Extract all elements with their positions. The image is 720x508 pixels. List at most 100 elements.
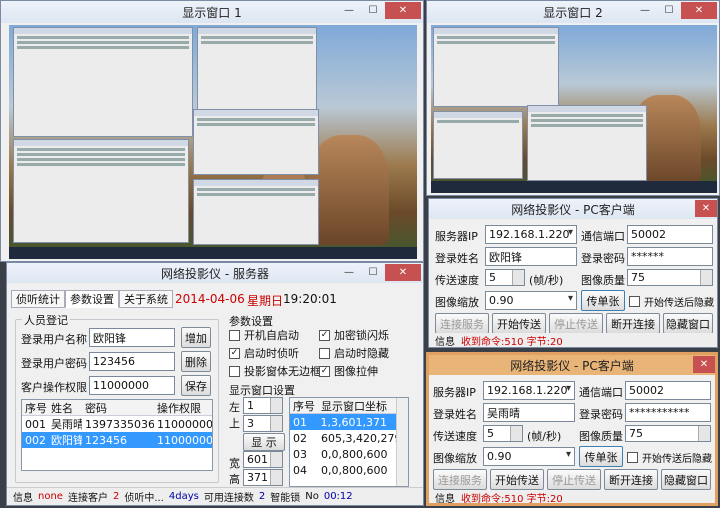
- zoom-select[interactable]: 0.90: [485, 291, 577, 310]
- disconnect-button[interactable]: 断开连接: [604, 469, 658, 490]
- display-table[interactable]: 序号 显示窗口坐标 01 1,3,601,371 02 605,3,420,27…: [289, 397, 409, 487]
- stop-send-button[interactable]: 停止传送: [547, 469, 601, 490]
- delete-button[interactable]: 删除: [181, 351, 211, 372]
- close-icon[interactable]: ✕: [385, 2, 421, 19]
- left-label: 左: [229, 401, 240, 414]
- speed-unit: (帧/秒): [527, 430, 562, 443]
- checkbox-checked-icon: ✓: [229, 347, 240, 359]
- login-name-field[interactable]: 欧阳锋: [485, 247, 577, 266]
- table-row[interactable]: 002 欧阳锋 123456 11000000: [22, 432, 212, 448]
- minimize-icon[interactable]: —: [337, 264, 361, 281]
- display-window-2-titlebar[interactable]: 显示窗口 2 — ☐ ✕: [427, 1, 719, 23]
- minimize-icon[interactable]: —: [633, 2, 657, 19]
- maximize-icon[interactable]: ☐: [361, 2, 385, 19]
- checkbox-checked-icon: ✓: [319, 329, 330, 341]
- table-row[interactable]: 04 0,0,800,600: [290, 462, 408, 478]
- status-info-label: 信息: [13, 493, 33, 504]
- width-spinner[interactable]: 601: [243, 451, 283, 468]
- display-window-1-titlebar[interactable]: 显示窗口 1 — ☐ ✕: [1, 1, 423, 23]
- user-table[interactable]: 序号 姓名 密码 操作权限 001 吴雨晴 13973350367 110000…: [21, 399, 213, 471]
- start-send-button[interactable]: 开始传送: [490, 469, 544, 490]
- hide-on-start-checkbox[interactable]: 启动时隐藏: [319, 345, 389, 361]
- lock-blink-checkbox[interactable]: ✓ 加密锁闪烁: [319, 327, 389, 343]
- scrollbar[interactable]: [396, 398, 408, 486]
- perm-label: 客户操作权限: [21, 381, 87, 394]
- show-button[interactable]: 显 示: [243, 433, 285, 451]
- screen-capture-2: [431, 25, 717, 193]
- table-row[interactable]: 03 0,0,800,600: [290, 446, 408, 462]
- hide-window-button[interactable]: 隐藏窗口: [663, 313, 713, 334]
- stop-send-button[interactable]: 停止传送: [549, 313, 603, 334]
- close-icon[interactable]: ✕: [681, 2, 717, 19]
- password-field[interactable]: ******: [627, 247, 713, 266]
- client-titlebar[interactable]: 网络投影仪 - PC客户端 ✕: [429, 355, 715, 375]
- port-field[interactable]: 50002: [625, 381, 711, 400]
- quality-label: 图像质量: [581, 274, 625, 287]
- table-row[interactable]: 02 605,3,420,279: [290, 430, 408, 446]
- top-spinner[interactable]: 3: [243, 415, 283, 432]
- tab-params[interactable]: 参数设置: [65, 290, 119, 308]
- close-icon[interactable]: ✕: [695, 200, 717, 217]
- disconnect-button[interactable]: 断开连接: [606, 313, 660, 334]
- speed-unit: (帧/秒): [529, 274, 564, 287]
- close-icon[interactable]: ✕: [385, 264, 421, 281]
- left-spinner[interactable]: 1: [243, 397, 283, 414]
- connect-button[interactable]: 连接服务: [433, 469, 487, 490]
- client-window-2: 网络投影仪 - PC客户端 ✕ 服务器IP 192.168.1.220 通信端口…: [426, 352, 718, 506]
- borderless-checkbox[interactable]: 投影窗体无边框: [229, 363, 321, 379]
- speed-spinner[interactable]: 5: [485, 269, 525, 286]
- checkbox-icon: [319, 347, 330, 359]
- server-titlebar[interactable]: 网络投影仪 - 服务器 — ☐ ✕: [7, 263, 423, 283]
- checkbox-checked-icon: ✓: [319, 365, 330, 377]
- checkbox-label: 开始传送后隐藏: [644, 298, 714, 309]
- status-avail-count: 2: [258, 491, 266, 502]
- quality-spinner[interactable]: 75: [625, 425, 711, 442]
- autostart-checkbox[interactable]: 开机自启动: [229, 327, 299, 343]
- user-name-field[interactable]: 欧阳锋: [89, 328, 175, 347]
- checkbox-icon: [629, 296, 640, 307]
- hide-after-send-checkbox[interactable]: 开始传送后隐藏: [629, 294, 714, 309]
- connect-button[interactable]: 连接服务: [435, 313, 489, 334]
- maximize-icon[interactable]: ☐: [361, 264, 385, 281]
- hide-window-button[interactable]: 隐藏窗口: [661, 469, 711, 490]
- permission-field[interactable]: 11000000: [89, 376, 175, 395]
- user-label: 登录姓名: [433, 408, 477, 421]
- client-titlebar[interactable]: 网络投影仪 - PC客户端 ✕: [429, 199, 717, 219]
- top-label: 上: [229, 417, 240, 430]
- speed-spinner[interactable]: 5: [483, 425, 523, 442]
- send-single-button[interactable]: 传单张: [581, 290, 625, 311]
- tab-about[interactable]: 关于系统: [119, 290, 173, 308]
- user-password-field[interactable]: 123456: [89, 352, 175, 371]
- start-send-button[interactable]: 开始传送: [492, 313, 546, 334]
- server-ip-select[interactable]: 192.168.1.220: [483, 381, 575, 400]
- cell: 01: [293, 415, 307, 429]
- send-single-button[interactable]: 传单张: [579, 446, 623, 467]
- close-icon[interactable]: ✕: [693, 356, 715, 373]
- save-button[interactable]: 保存: [181, 375, 211, 396]
- tab-listen-stats[interactable]: 侦听统计: [11, 290, 65, 308]
- login-name-field[interactable]: 吴雨晴: [483, 403, 575, 422]
- hide-after-send-checkbox[interactable]: 开始传送后隐藏: [627, 450, 712, 465]
- zoom-select[interactable]: 0.90: [483, 447, 575, 466]
- stretch-checkbox[interactable]: ✓ 图像拉伸: [319, 363, 378, 379]
- cell: 03: [293, 447, 307, 461]
- cell: 0,0,800,600: [321, 447, 388, 461]
- table-row[interactable]: 001 吴雨晴 13973350367 11000000: [22, 416, 212, 432]
- maximize-icon[interactable]: ☐: [657, 2, 681, 19]
- minimize-icon[interactable]: —: [337, 2, 361, 19]
- checkbox-label: 开始传送后隐藏: [642, 454, 712, 465]
- table-row[interactable]: 01 1,3,601,371: [290, 414, 396, 430]
- port-field[interactable]: 50002: [627, 225, 713, 244]
- quality-spinner[interactable]: 75: [627, 269, 713, 286]
- password-field[interactable]: ***********: [625, 403, 711, 422]
- window-title: 网络投影仪 - PC客户端: [511, 202, 635, 217]
- add-button[interactable]: 增加: [181, 327, 211, 348]
- pwd-label: 登录用户密码: [21, 357, 87, 370]
- col-coord: 显示窗口坐标: [321, 399, 387, 413]
- listen-on-start-checkbox[interactable]: ✓ 启动时侦听: [229, 345, 299, 361]
- cell: 11000000: [157, 433, 212, 447]
- height-spinner[interactable]: 371: [243, 469, 283, 486]
- zoom-label: 图像缩放: [433, 452, 477, 465]
- server-ip-select[interactable]: 192.168.1.220: [485, 225, 577, 244]
- status-conn-count: 2: [112, 491, 120, 502]
